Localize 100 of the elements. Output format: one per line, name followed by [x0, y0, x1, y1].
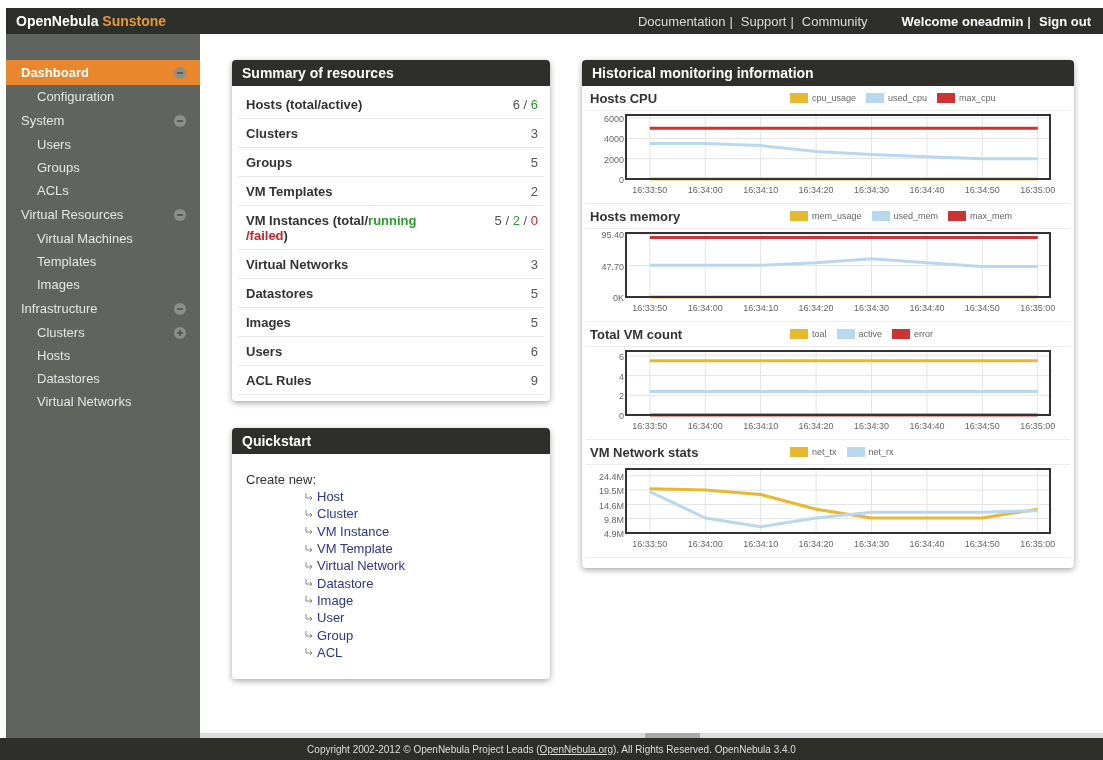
axis-label: 0K: [613, 293, 624, 303]
collapse-icon[interactable]: [174, 66, 186, 79]
axis-label: 16:35:00: [1020, 421, 1056, 431]
resource-count: 3: [530, 257, 538, 272]
axis-label: 16:34:30: [854, 185, 890, 195]
sidebar-item[interactable]: System: [6, 108, 200, 133]
resource-label: Hosts (total/active): [246, 97, 364, 112]
resource-count: 9: [530, 373, 538, 388]
resource-count: 5 / 2 / 0: [494, 213, 538, 228]
sidebar-item[interactable]: Groups: [6, 156, 200, 179]
create-new-label: Create new:: [246, 472, 317, 487]
nav-link[interactable]: Documentation: [638, 13, 726, 29]
sidebar-item[interactable]: Datastores: [6, 367, 200, 390]
sidebar-item[interactable]: Configuration: [6, 85, 200, 108]
axis-label: 2: [619, 391, 624, 402]
axis-label: 2000: [603, 154, 624, 165]
legend-label: net_rx: [868, 447, 894, 457]
resource-count: 5: [530, 155, 538, 170]
sidebar-item[interactable]: Virtual Networks: [6, 390, 200, 413]
sidebar-item[interactable]: Infrastructure: [6, 296, 200, 321]
axis-label: 16:34:00: [687, 303, 723, 313]
resource-label: Virtual Networks: [246, 257, 350, 272]
quickstart-link[interactable]: Image: [304, 591, 354, 610]
axis-label: 47.70: [601, 261, 624, 272]
axis-label: 0: [619, 411, 624, 421]
quickstart-link[interactable]: VM Instance: [304, 522, 390, 540]
axis-label: 16:34:30: [854, 421, 890, 431]
axis-label: 16:35:00: [1020, 303, 1056, 313]
sidebar-item[interactable]: Images: [6, 273, 200, 296]
collapse-icon[interactable]: [174, 208, 186, 221]
axis-label: 0: [619, 175, 624, 185]
legend-label: mem_usage: [812, 211, 862, 221]
sidebar-item[interactable]: Users: [6, 133, 200, 156]
resource-label: Clusters: [246, 126, 300, 141]
resource-count: 3: [530, 126, 538, 141]
resource-count: 6: [530, 344, 538, 359]
horizontal-scrollbar[interactable]: [200, 733, 1103, 738]
nav-link[interactable]: Community: [801, 13, 868, 29]
quickstart-link[interactable]: VM Template: [304, 539, 393, 558]
axis-label: 16:34:40: [909, 539, 945, 549]
quickstart-link[interactable]: Host: [304, 488, 344, 506]
legend-label: cpu_usage: [812, 93, 857, 103]
axis-label: 16:34:40: [909, 185, 945, 195]
legend-label: max_cpu: [959, 93, 996, 103]
axis-label: 4000: [603, 134, 624, 145]
return-arrow-icon: [304, 647, 314, 658]
quickstart-link[interactable]: Group: [304, 626, 354, 644]
sidebar-item[interactable]: Virtual Resources: [6, 202, 200, 227]
legend-label: error: [914, 329, 934, 339]
resource-label: Datastores: [246, 286, 315, 301]
panel-title: Historical monitoring information: [582, 60, 1074, 86]
nav-link[interactable]: Support: [740, 13, 787, 29]
return-arrow-icon: [304, 508, 314, 519]
return-arrow-icon: [304, 491, 314, 502]
link-separator: |: [1027, 13, 1031, 29]
quickstart-link[interactable]: Virtual Network: [304, 557, 405, 575]
chart-title: VM Network stats: [590, 444, 700, 460]
nav-link[interactable]: Sign out: [1039, 13, 1091, 29]
link-separator: |: [729, 13, 733, 29]
axis-label: 16:34:50: [964, 185, 1000, 195]
axis-label: 16:34:20: [798, 539, 834, 549]
quickstart-link[interactable]: Cluster: [304, 505, 359, 523]
quickstart-link[interactable]: ACL: [304, 643, 343, 661]
axis-label: 16:33:50: [632, 421, 668, 431]
legend-label: active: [858, 329, 883, 339]
sidebar-item[interactable]: ACLs: [6, 179, 200, 202]
axis-label: 14.6M: [599, 500, 624, 511]
axis-label: 16:34:00: [687, 185, 723, 195]
axis-label: 16:34:30: [854, 539, 890, 549]
expand-icon[interactable]: [174, 326, 186, 339]
axis-label: 6000: [603, 114, 624, 125]
legend-label: max_mem: [970, 211, 1013, 221]
axis-label: 24.4M: [599, 471, 624, 482]
axis-label: 16:34:30: [854, 303, 890, 313]
return-arrow-icon: [304, 630, 314, 640]
resource-label: Users: [246, 344, 284, 359]
chart-title: Total VM count: [590, 326, 684, 342]
axis-label: 16:34:10: [743, 303, 779, 313]
collapse-icon[interactable]: [174, 114, 186, 127]
resource-count: 5: [530, 286, 538, 301]
resource-label: VM Templates: [246, 184, 334, 199]
quickstart-link[interactable]: Datastore: [304, 574, 374, 592]
panel-title: Quickstart: [232, 428, 550, 454]
axis-label: 16:34:20: [798, 421, 834, 431]
axis-label: 9.8M: [604, 514, 624, 525]
quickstart-link[interactable]: User: [304, 609, 345, 627]
resource-count: 5: [530, 315, 538, 330]
sidebar-item[interactable]: Hosts: [6, 344, 200, 367]
sidebar-item[interactable]: Virtual Machines: [6, 227, 200, 250]
axis-label: 4.9M: [604, 529, 624, 539]
sidebar-item[interactable]: Templates: [6, 250, 200, 273]
axis-label: 4: [619, 371, 624, 382]
axis-label: 16:34:00: [687, 421, 723, 431]
sidebar-item[interactable]: Clusters: [6, 321, 200, 344]
return-arrow-icon: [304, 526, 314, 537]
collapse-icon[interactable]: [174, 302, 186, 315]
axis-label: 16:34:40: [909, 421, 945, 431]
axis-label: 19.5M: [599, 486, 624, 497]
legend-label: used_cpu: [888, 93, 928, 103]
axis-label: 16:34:10: [743, 421, 779, 431]
